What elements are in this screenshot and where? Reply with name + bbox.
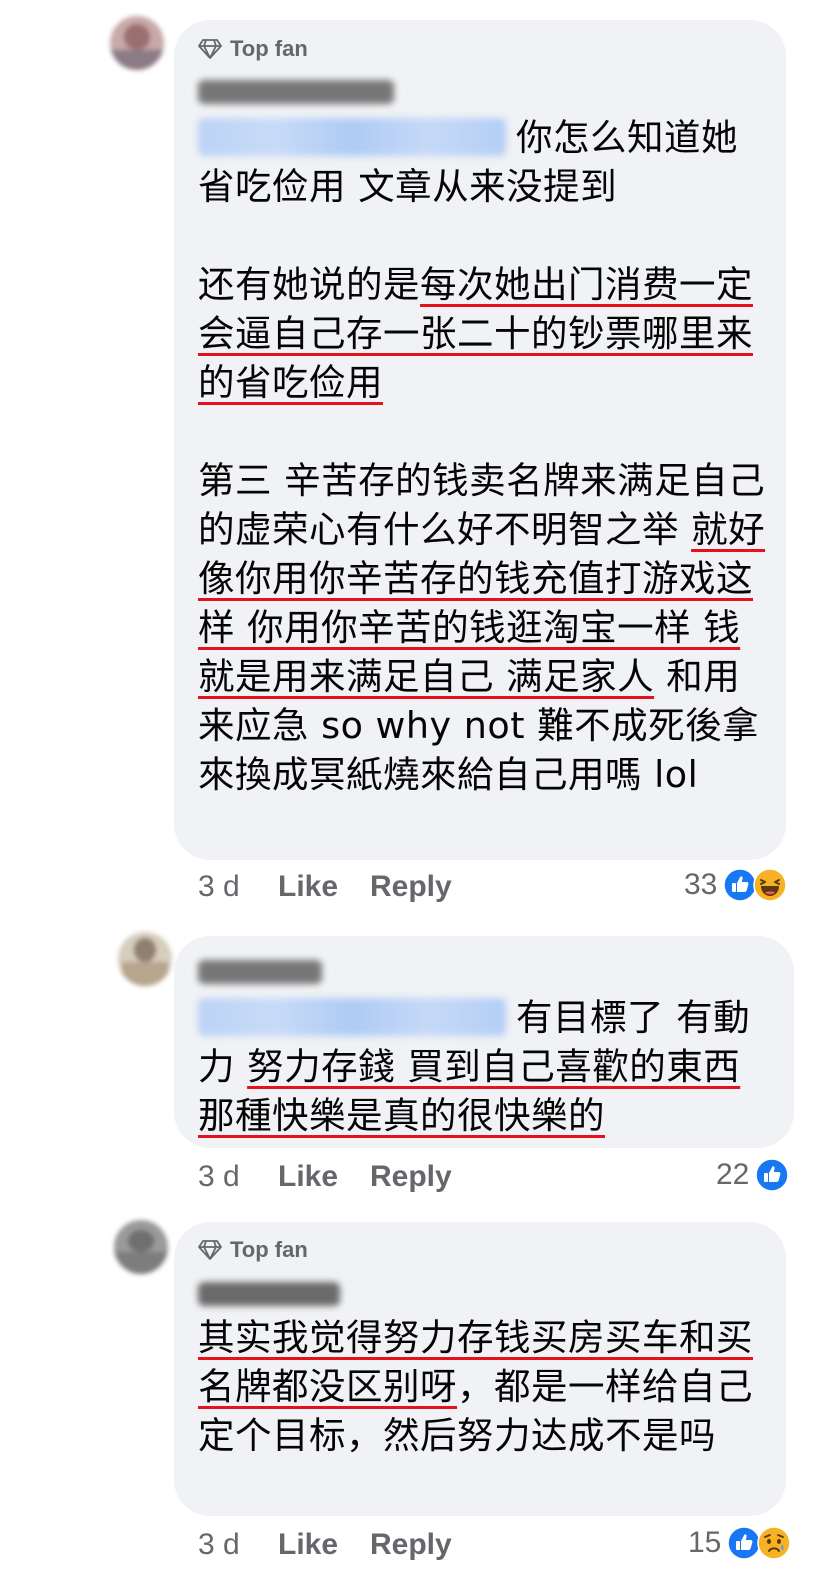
reply-button[interactable]: Reply bbox=[370, 1160, 452, 1194]
author-name-redacted[interactable] bbox=[198, 1282, 340, 1306]
reactions[interactable]: 33 bbox=[684, 868, 788, 902]
comment-text: 其实我觉得努力存钱买房买车和买名牌都没区别呀，都是一样给自己定个目标，然后努力达… bbox=[198, 1316, 753, 1457]
like-button[interactable]: Like bbox=[278, 870, 338, 904]
reactions[interactable]: 22 bbox=[716, 1158, 790, 1192]
author-name-redacted[interactable] bbox=[198, 80, 394, 104]
avatar[interactable] bbox=[114, 1220, 168, 1274]
haha-icon bbox=[753, 868, 788, 902]
diamond-icon bbox=[198, 1240, 222, 1260]
sad-icon bbox=[757, 1526, 792, 1560]
reaction-count: 22 bbox=[716, 1158, 750, 1191]
reaction-count: 15 bbox=[688, 1526, 722, 1559]
highlighted-text: 努力存錢 買到自己喜歡的東西 那種快樂是真的很快樂的 bbox=[198, 1045, 741, 1137]
reply-button[interactable]: Reply bbox=[370, 870, 452, 904]
badge-label: Top fan bbox=[230, 36, 308, 61]
reply-button[interactable]: Reply bbox=[370, 1528, 452, 1562]
like-icon bbox=[755, 1158, 790, 1192]
timestamp[interactable]: 3 d bbox=[198, 1160, 240, 1194]
like-button[interactable]: Like bbox=[278, 1160, 338, 1194]
timestamp[interactable]: 3 d bbox=[198, 1528, 240, 1562]
comment-text: 你怎么知道她省吃俭用 文章从来没提到 还有她说的是每次她出门消费一定会逼自己存一… bbox=[198, 116, 766, 796]
badge-label: Top fan bbox=[230, 1237, 308, 1262]
reactions[interactable]: 15 bbox=[688, 1526, 792, 1560]
diamond-icon bbox=[198, 39, 222, 59]
like-icon bbox=[723, 868, 758, 902]
like-icon bbox=[727, 1526, 762, 1560]
author-name-redacted[interactable] bbox=[198, 960, 322, 984]
like-button[interactable]: Like bbox=[278, 1528, 338, 1562]
mention-redacted[interactable] bbox=[198, 998, 506, 1036]
reaction-count: 33 bbox=[684, 868, 718, 901]
top-fan-badge: Top fan bbox=[198, 36, 308, 62]
top-fan-badge: Top fan bbox=[198, 1237, 308, 1263]
timestamp[interactable]: 3 d bbox=[198, 870, 240, 904]
avatar[interactable] bbox=[118, 932, 172, 986]
comment-text: 有目標了 有動力 努力存錢 買到自己喜歡的東西 那種快樂是真的很快樂的 bbox=[198, 996, 751, 1137]
avatar[interactable] bbox=[110, 16, 164, 70]
mention-redacted[interactable] bbox=[198, 118, 506, 156]
